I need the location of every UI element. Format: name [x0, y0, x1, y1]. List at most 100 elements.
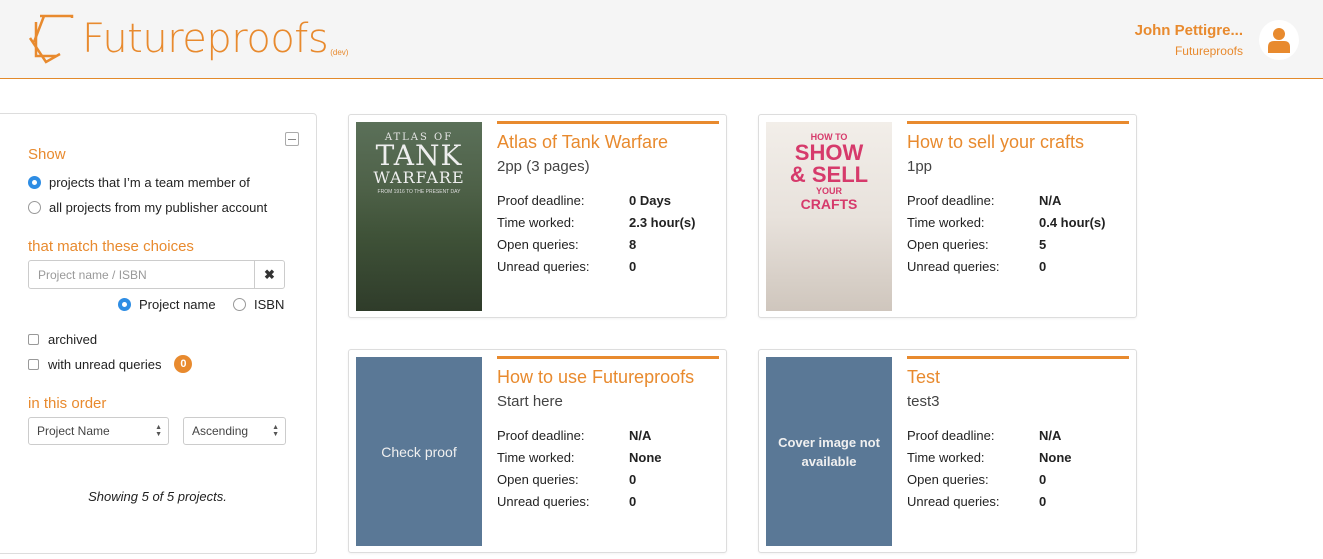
- option-label: ISBN: [254, 297, 285, 312]
- project-info: Test test3 Proof deadline: N/A Time worke…: [907, 356, 1129, 512]
- cover-text: WARFARE: [373, 168, 465, 187]
- radio-selected[interactable]: [28, 176, 41, 189]
- show-all-projects-option[interactable]: all projects from my publisher account: [28, 200, 267, 215]
- project-stats: Proof deadline: N/A Time worked: None Open…: [497, 424, 719, 512]
- cover-text: SHOW: [794, 140, 864, 165]
- stat-label: Unread queries:: [907, 493, 1000, 509]
- stat-label: Time worked:: [907, 214, 985, 230]
- project-card[interactable]: Check proof How to use Futureproofs Star…: [348, 349, 727, 553]
- stat-label: Proof deadline:: [907, 192, 995, 208]
- radio-unselected[interactable]: [28, 201, 41, 214]
- app-header: Futureproofs (dev) John Pettigre... Futu…: [0, 0, 1323, 79]
- sort-direction-select[interactable]: Ascending ▲ ▼: [183, 417, 286, 445]
- stat-row: Unread queries: 0: [907, 255, 1129, 277]
- stat-label: Unread queries:: [907, 258, 1000, 274]
- user-menu[interactable]: John Pettigre... Futureproofs: [1135, 22, 1243, 58]
- cover-text: & SELL: [789, 162, 869, 187]
- stat-value: 8: [629, 236, 637, 252]
- stat-value: 0: [629, 493, 637, 509]
- stat-row: Proof deadline: 0 Days: [497, 189, 719, 211]
- project-search-input[interactable]: [29, 261, 254, 288]
- match-section-title: that match these choices: [28, 238, 194, 255]
- stat-label: Open queries:: [907, 471, 989, 487]
- project-subtitle: 2pp (3 pages): [497, 158, 590, 175]
- stat-row: Open queries: 0: [907, 468, 1129, 490]
- cover-text: CRAFTS: [800, 196, 858, 212]
- collapse-panel-button[interactable]: [285, 132, 299, 146]
- stat-row: Unread queries: 0: [497, 490, 719, 512]
- search-by-isbn-option[interactable]: ISBN: [233, 297, 284, 312]
- project-stats: Proof deadline: N/A Time worked: None Open…: [907, 424, 1129, 512]
- stat-value: 0: [1039, 471, 1047, 487]
- project-card[interactable]: ATLAS OF TANK WARFARE FROM 1916 TO THE P…: [348, 114, 727, 318]
- project-title[interactable]: Test: [907, 367, 1129, 388]
- project-cover-image[interactable]: HOW TO SHOW & SELL YOUR CRAFTS: [766, 122, 892, 311]
- project-card[interactable]: HOW TO SHOW & SELL YOUR CRAFTS How to se…: [758, 114, 1137, 318]
- radio-selected[interactable]: [118, 298, 131, 311]
- stat-value: 0 Days: [629, 192, 671, 208]
- clear-search-button[interactable]: ✖: [254, 261, 284, 288]
- stat-value: 0: [629, 471, 637, 487]
- stat-row: Proof deadline: N/A: [497, 424, 719, 446]
- filter-panel: Show projects that I’m a team member of …: [0, 113, 317, 554]
- project-info: How to use Futureproofs Start here Proof…: [497, 356, 719, 512]
- stat-label: Time worked:: [497, 214, 575, 230]
- logo[interactable]: Futureproofs (dev): [26, 12, 348, 68]
- stat-label: Unread queries:: [497, 258, 590, 274]
- cover-text: TANK: [375, 139, 463, 172]
- stat-row: Time worked: None: [907, 446, 1129, 468]
- stat-label: Unread queries:: [497, 493, 590, 509]
- project-title[interactable]: Atlas of Tank Warfare: [497, 132, 719, 153]
- user-name: John Pettigre...: [1134, 22, 1243, 39]
- stat-value: 0: [1039, 258, 1047, 274]
- cover-text: FROM 1916 TO THE PRESENT DAY: [377, 189, 461, 195]
- project-cover-image[interactable]: ATLAS OF TANK WARFARE FROM 1916 TO THE P…: [356, 122, 482, 311]
- radio-unselected[interactable]: [233, 298, 246, 311]
- unread-count-badge: 0: [174, 355, 193, 373]
- archived-filter[interactable]: archived: [28, 332, 97, 347]
- unread-queries-checkbox[interactable]: [28, 358, 39, 370]
- unread-queries-filter[interactable]: with unread queries 0: [28, 355, 193, 373]
- stat-row: Open queries: 5: [907, 233, 1129, 255]
- stat-value: 0.4 hour(s): [1039, 214, 1106, 230]
- checkbox-label: archived: [48, 332, 98, 347]
- cover-text: YOUR: [815, 186, 842, 196]
- cover-placeholder[interactable]: Cover image not available: [766, 357, 892, 546]
- project-subtitle: 1pp: [907, 158, 933, 175]
- project-stats: Proof deadline: 0 Days Time worked: 2.3 ho…: [497, 189, 719, 277]
- stat-row: Time worked: 2.3 hour(s): [497, 211, 719, 233]
- show-section-title: Show: [28, 146, 66, 163]
- stat-value: 2.3 hour(s): [629, 214, 696, 230]
- stat-value: N/A: [1039, 192, 1062, 208]
- option-label: projects that I’m a team member of: [49, 175, 250, 190]
- sort-field-value: Project Name: [37, 424, 110, 438]
- project-title[interactable]: How to use Futureproofs: [497, 367, 719, 388]
- check-proof-button[interactable]: Check proof: [356, 357, 482, 546]
- checkbox-label: with unread queries: [48, 356, 162, 372]
- stat-value: None: [1039, 449, 1072, 465]
- select-arrows-icon: ▲ ▼: [155, 424, 162, 438]
- user-icon: [1268, 28, 1290, 53]
- stat-label: Open queries:: [497, 236, 579, 252]
- stat-value: N/A: [1039, 427, 1062, 443]
- stat-label: Proof deadline:: [907, 427, 995, 443]
- archived-checkbox[interactable]: [28, 334, 39, 345]
- sort-field-select[interactable]: Project Name ▲ ▼: [28, 417, 169, 445]
- stat-label: Time worked:: [907, 449, 985, 465]
- stat-row: Time worked: 0.4 hour(s): [907, 211, 1129, 233]
- show-team-projects-option[interactable]: projects that I’m a team member of: [28, 175, 250, 190]
- stat-value: None: [629, 449, 662, 465]
- project-info: How to sell your crafts 1pp Proof deadli…: [907, 121, 1129, 277]
- stat-value: 0: [629, 258, 637, 274]
- search-by-project-name-option[interactable]: Project name: [118, 297, 216, 312]
- project-title[interactable]: How to sell your crafts: [907, 132, 1129, 153]
- select-arrows-icon: ▲ ▼: [272, 424, 279, 438]
- stat-row: Open queries: 8: [497, 233, 719, 255]
- stat-value: 0: [1039, 493, 1047, 509]
- stat-row: Time worked: None: [497, 446, 719, 468]
- avatar[interactable]: [1259, 20, 1299, 60]
- stat-label: Open queries:: [907, 236, 989, 252]
- project-card[interactable]: Cover image not available Test test3 Pro…: [758, 349, 1137, 553]
- stat-row: Proof deadline: N/A: [907, 424, 1129, 446]
- project-info: Atlas of Tank Warfare 2pp (3 pages) Proo…: [497, 121, 719, 277]
